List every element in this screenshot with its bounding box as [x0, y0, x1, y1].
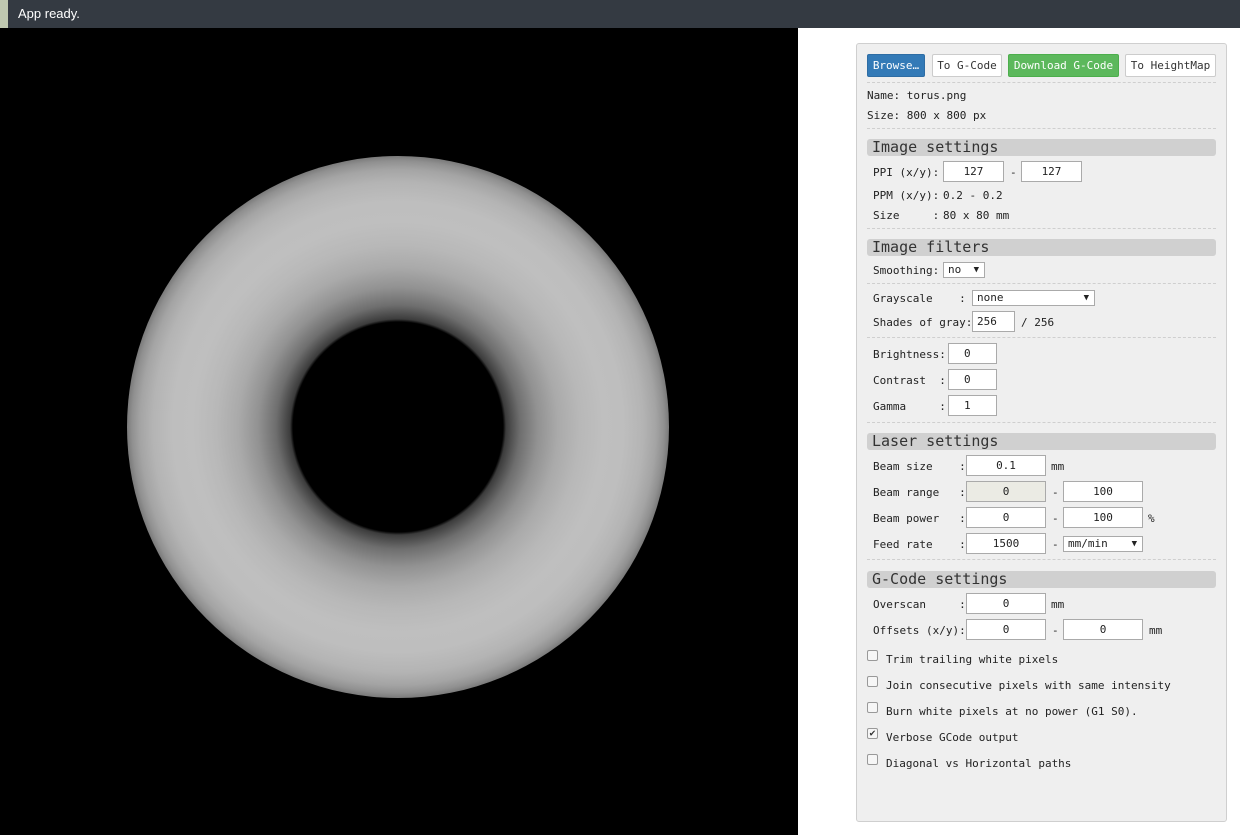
chevron-down-icon: ▼ [1131, 539, 1137, 549]
beam-power-label: Beam power : [873, 512, 966, 525]
shades-input[interactable]: 256 [972, 311, 1015, 332]
beam-power-min-input[interactable]: 0 [966, 507, 1046, 528]
range-dash: - [1052, 538, 1059, 551]
download-gcode-button[interactable]: Download G-Code [1008, 54, 1119, 77]
grayscale-select[interactable]: none ▼ [972, 290, 1095, 306]
file-name: Name: torus.png [867, 89, 967, 102]
overscan-unit: mm [1051, 598, 1065, 611]
offset-y-input[interactable]: 0 [1063, 619, 1143, 640]
beam-power-max-input[interactable]: 100 [1063, 507, 1143, 528]
image-filters-title: Image filters [867, 239, 1216, 256]
feed-rate-unit-value: mm/min [1068, 537, 1108, 550]
diagonal-paths-checkbox[interactable] [867, 754, 878, 765]
file-size: Size: 800 x 800 px [867, 109, 987, 122]
overscan-label: Overscan : [873, 598, 966, 611]
ppi-label: PPI (x/y): [873, 166, 940, 179]
gcode-settings-title: G-Code settings [867, 571, 1216, 588]
divider [867, 128, 1216, 129]
to-heightmap-button[interactable]: To HeightMap [1125, 54, 1216, 77]
offsets-label: Offsets (x/y): [873, 624, 966, 637]
settings-panel: Browse… To G-Code Download G-Code To Hei… [856, 43, 1227, 822]
divider [867, 283, 1216, 284]
divider [867, 82, 1216, 83]
grayscale-value: none [977, 291, 1004, 304]
smoothing-label: Smoothing: [873, 264, 940, 277]
join-pixels-checkbox[interactable] [867, 676, 878, 687]
status-bar: App ready. [0, 0, 1240, 28]
beam-size-label: Beam size : [873, 460, 966, 473]
gamma-input[interactable]: 1 [948, 395, 997, 416]
range-dash: - [1010, 166, 1017, 179]
trim-white-pixels-label: Trim trailing white pixels [886, 653, 1059, 666]
burn-white-pixels-checkbox[interactable] [867, 702, 878, 713]
shades-label: Shades of gray: [873, 316, 973, 329]
smoothing-value: no [948, 263, 962, 276]
to-gcode-button[interactable]: To G-Code [932, 54, 1002, 77]
size-value: 80 x 80 mm [943, 209, 1010, 222]
offsets-unit: mm [1149, 624, 1163, 637]
beam-power-unit: % [1148, 512, 1155, 525]
beam-range-min-input: 0 [966, 481, 1046, 502]
contrast-input[interactable]: 0 [948, 369, 997, 390]
verbose-gcode-checkbox[interactable]: ✔ [867, 728, 878, 739]
diagonal-paths-label: Diagonal vs Horizontal paths [886, 757, 1072, 770]
ppi-x-input[interactable]: 127 [943, 161, 1004, 182]
smoothing-select[interactable]: no ▼ [943, 262, 985, 278]
status-text: App ready. [18, 6, 80, 21]
divider [867, 422, 1216, 423]
offset-x-input[interactable]: 0 [966, 619, 1046, 640]
beam-range-max-input[interactable]: 100 [1063, 481, 1143, 502]
divider [867, 228, 1216, 229]
divider [867, 337, 1216, 338]
contrast-label: Contrast : [873, 374, 946, 387]
beam-size-unit: mm [1051, 460, 1065, 473]
brightness-label: Brightness: [873, 348, 946, 361]
overscan-input[interactable]: 0 [966, 593, 1046, 614]
feed-rate-label: Feed rate : [873, 538, 966, 551]
range-dash: - [1052, 486, 1059, 499]
range-dash: - [1052, 512, 1059, 525]
status-accent [0, 0, 8, 28]
divider [867, 559, 1216, 560]
grayscale-label: Grayscale : [873, 292, 966, 305]
beam-size-input[interactable]: 0.1 [966, 455, 1046, 476]
torus-image [127, 156, 669, 698]
feed-rate-input[interactable]: 1500 [966, 533, 1046, 554]
feed-rate-unit-select[interactable]: mm/min ▼ [1063, 536, 1143, 552]
verbose-gcode-label: Verbose GCode output [886, 731, 1019, 744]
range-dash: - [1052, 624, 1059, 637]
join-pixels-label: Join consecutive pixels with same intens… [886, 679, 1171, 692]
ppm-value: 0.2 - 0.2 [943, 189, 1003, 202]
image-preview-canvas[interactable] [0, 28, 798, 835]
chevron-down-icon: ▼ [1083, 293, 1089, 303]
image-settings-title: Image settings [867, 139, 1216, 156]
laser-settings-title: Laser settings [867, 433, 1216, 450]
shades-max: / 256 [1021, 316, 1055, 329]
gamma-label: Gamma : [873, 400, 946, 413]
ppi-y-input[interactable]: 127 [1021, 161, 1082, 182]
brightness-input[interactable]: 0 [948, 343, 997, 364]
ppm-label: PPM (x/y): [873, 189, 940, 202]
beam-range-label: Beam range : [873, 486, 966, 499]
trim-white-pixels-checkbox[interactable] [867, 650, 878, 661]
size-label: Size : [873, 209, 940, 222]
burn-white-pixels-label: Burn white pixels at no power (G1 S0). [886, 705, 1138, 718]
browse-button[interactable]: Browse… [867, 54, 925, 77]
chevron-down-icon: ▼ [973, 265, 979, 275]
check-icon: ✔ [869, 728, 876, 739]
